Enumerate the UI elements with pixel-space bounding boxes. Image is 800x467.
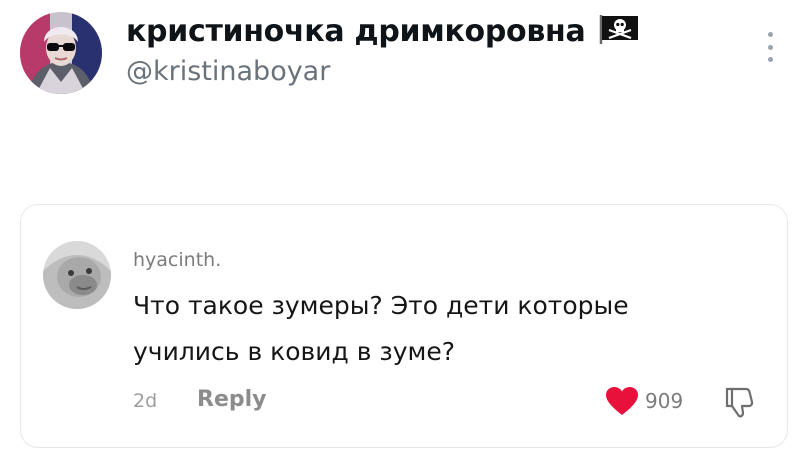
author-display-name[interactable]: кристиночка дримкоровна: [126, 14, 640, 49]
reply-button[interactable]: Reply: [197, 387, 267, 412]
more-vertical-icon-dot: [767, 44, 773, 50]
author-handle[interactable]: @kristinaboyar: [126, 56, 330, 87]
author-name-text: кристиночка дримкоровна: [126, 14, 586, 49]
more-vertical-icon-dot: [767, 57, 773, 62]
author-avatar[interactable]: [20, 12, 102, 94]
more-options-button[interactable]: [760, 30, 780, 64]
dislike-icon[interactable]: [722, 385, 756, 419]
heart-icon: [606, 387, 638, 415]
comment-text: Что такое зумеры? Это дети которые учили…: [133, 291, 629, 366]
post-header: кристиночка дримкоровна @kristinaboyar: [0, 0, 800, 110]
commenter-avatar[interactable]: [43, 241, 111, 309]
comment-timestamp: 2d: [133, 390, 158, 412]
like-count: 909: [645, 389, 684, 413]
commenter-username[interactable]: hyacinth.: [133, 249, 221, 271]
quoted-comment-card: hyacinth. Что такое зумеры? Это дети кот…: [20, 204, 788, 448]
pirate-flag-icon: [599, 15, 638, 44]
like-button[interactable]: 909: [605, 385, 683, 417]
more-vertical-icon: [767, 32, 773, 37]
